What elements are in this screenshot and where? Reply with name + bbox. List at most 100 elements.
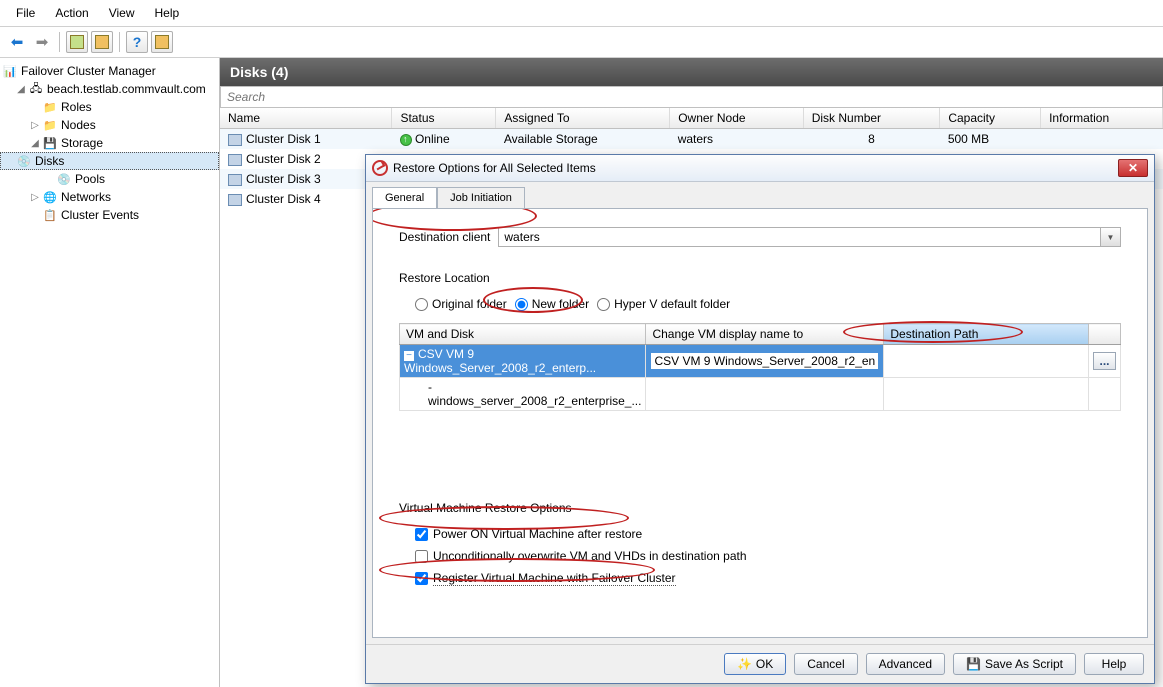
search-input[interactable] xyxy=(221,87,1162,107)
minus-icon[interactable]: − xyxy=(404,351,414,361)
col-name[interactable]: Name xyxy=(220,108,392,129)
table-row[interactable]: Cluster Disk 1 Online Available Storage … xyxy=(220,129,1163,150)
panel-icon xyxy=(70,35,84,49)
cell-name: Cluster Disk 4 xyxy=(246,192,321,206)
tab-bar: General Job Initiation xyxy=(366,182,1154,208)
checkbox-power-on[interactable] xyxy=(415,528,428,541)
radio-new-folder[interactable]: New folder xyxy=(515,297,589,311)
tree-pools-label: Pools xyxy=(75,172,105,186)
collapse-icon[interactable]: ◢ xyxy=(28,138,42,149)
expand-icon[interactable]: ▷ xyxy=(28,120,42,131)
tab-job-initiation[interactable]: Job Initiation xyxy=(437,187,525,209)
col-assigned[interactable]: Assigned To xyxy=(496,108,670,129)
arrow-right-icon: ➡ xyxy=(36,33,49,51)
col-vm-and-disk[interactable]: VM and Disk xyxy=(400,324,646,345)
ok-button[interactable]: ✨OK xyxy=(724,653,786,675)
radio-new-label: New folder xyxy=(532,297,589,311)
disks-table-header: Name Status Assigned To Owner Node Disk … xyxy=(220,108,1163,129)
tab-general[interactable]: General xyxy=(372,187,437,209)
radio-hyperv-default[interactable]: Hyper V default folder xyxy=(597,297,730,311)
table-row[interactable]: −CSV VM 9 Windows_Server_2008_r2_enterp.… xyxy=(400,345,1121,378)
cell-destination-path[interactable] xyxy=(884,345,1089,378)
disk-icon xyxy=(228,194,242,206)
dialog-title: Restore Options for All Selected Items xyxy=(393,161,596,175)
dialog-button-bar: ✨OK Cancel Advanced 💾Save As Script Help xyxy=(366,644,1154,683)
tree-nodes[interactable]: ▷📁Nodes xyxy=(0,116,219,134)
cell-name: Cluster Disk 1 xyxy=(246,132,321,146)
destination-client-label: Destination client xyxy=(399,230,490,244)
cell-assigned: Available Storage xyxy=(496,129,670,150)
app-icon xyxy=(372,160,388,176)
checkbox-overwrite[interactable] xyxy=(415,550,428,563)
menu-action[interactable]: Action xyxy=(45,3,98,23)
overwrite-label: Unconditionally overwrite VM and VHDs in… xyxy=(433,549,747,563)
tool-btn-3[interactable] xyxy=(151,31,173,53)
cell-cap: 500 MB xyxy=(940,129,1041,150)
tree-disks-label: Disks xyxy=(35,154,64,168)
checkbox-register-cluster[interactable] xyxy=(415,572,428,585)
table-row[interactable]: - windows_server_2008_r2_enterprise_... xyxy=(400,378,1121,411)
cell-vhd-name: - windows_server_2008_r2_enterprise_... xyxy=(400,378,646,411)
tree-disks[interactable]: 💿Disks xyxy=(0,152,219,170)
close-icon: ✕ xyxy=(1128,161,1138,175)
disks-icon: 💿 xyxy=(16,153,32,169)
tool-help-button[interactable]: ? xyxy=(126,31,148,53)
tree-pools[interactable]: 💿Pools xyxy=(0,170,219,188)
cluster-manager-icon: 📊 xyxy=(2,63,18,79)
collapse-icon[interactable]: ◢ xyxy=(14,84,28,95)
tree-root[interactable]: 📊Failover Cluster Manager xyxy=(0,62,219,80)
help-button[interactable]: Help xyxy=(1084,653,1144,675)
destination-client-combo[interactable] xyxy=(498,227,1121,247)
tree-networks-label: Networks xyxy=(61,190,111,204)
tree-networks[interactable]: ▷🌐Networks xyxy=(0,188,219,206)
col-destination-path[interactable]: Destination Path xyxy=(884,324,1089,345)
radio-hyperv-label: Hyper V default folder xyxy=(614,297,730,311)
advanced-button[interactable]: Advanced xyxy=(866,653,945,675)
save-as-script-button[interactable]: 💾Save As Script xyxy=(953,653,1076,675)
tree-storage-label: Storage xyxy=(61,136,103,150)
cluster-icon: 🖧 xyxy=(28,81,44,97)
tool-btn-2[interactable] xyxy=(91,31,113,53)
cell-change-name[interactable] xyxy=(646,345,884,378)
cancel-button[interactable]: Cancel xyxy=(794,653,857,675)
destination-client-input[interactable] xyxy=(498,227,1101,247)
menu-help[interactable]: Help xyxy=(145,3,190,23)
col-capacity[interactable]: Capacity xyxy=(940,108,1041,129)
tree-roles-label: Roles xyxy=(61,100,92,114)
col-status[interactable]: Status xyxy=(392,108,496,129)
nodes-icon: 📁 xyxy=(42,117,58,133)
pools-icon: 💿 xyxy=(56,171,72,187)
col-owner[interactable]: Owner Node xyxy=(670,108,804,129)
browse-button[interactable]: ... xyxy=(1093,352,1116,370)
forward-button[interactable]: ➡ xyxy=(31,31,53,53)
storage-icon: 💾 xyxy=(42,135,58,151)
vm-disk-table: VM and Disk Change VM display name to De… xyxy=(399,323,1121,411)
menu-view[interactable]: View xyxy=(99,3,145,23)
tool-btn-1[interactable] xyxy=(66,31,88,53)
tree-storage[interactable]: ◢💾Storage xyxy=(0,134,219,152)
cell-num: 8 xyxy=(803,129,940,150)
expand-icon[interactable]: ▷ xyxy=(28,192,42,203)
tree-root-label: Failover Cluster Manager xyxy=(21,64,156,78)
tree-roles[interactable]: 📁Roles xyxy=(0,98,219,116)
col-disknum[interactable]: Disk Number xyxy=(803,108,940,129)
combo-dropdown-button[interactable] xyxy=(1101,227,1121,247)
nav-tree[interactable]: 📊Failover Cluster Manager ◢🖧beach.testla… xyxy=(0,58,220,687)
separator xyxy=(119,32,120,52)
col-change-name[interactable]: Change VM display name to xyxy=(646,324,884,345)
radio-original-folder[interactable]: Original folder xyxy=(415,297,507,311)
dialog-titlebar[interactable]: Restore Options for All Selected Items ✕ xyxy=(366,155,1154,182)
menu-file[interactable]: File xyxy=(6,3,45,23)
close-button[interactable]: ✕ xyxy=(1118,159,1148,177)
back-button[interactable]: ⬅ xyxy=(6,31,28,53)
radio-original-label: Original folder xyxy=(432,297,507,311)
separator xyxy=(59,32,60,52)
cell-name: Cluster Disk 3 xyxy=(246,172,321,186)
tree-events[interactable]: 📋Cluster Events xyxy=(0,206,219,224)
wand-icon: ✨ xyxy=(737,657,752,671)
disks-heading: Disks (4) xyxy=(220,58,1163,86)
change-name-input[interactable] xyxy=(650,352,879,370)
tree-cluster[interactable]: ◢🖧beach.testlab.commvault.com xyxy=(0,80,219,98)
col-info[interactable]: Information xyxy=(1041,108,1163,129)
disk-icon xyxy=(228,134,242,146)
